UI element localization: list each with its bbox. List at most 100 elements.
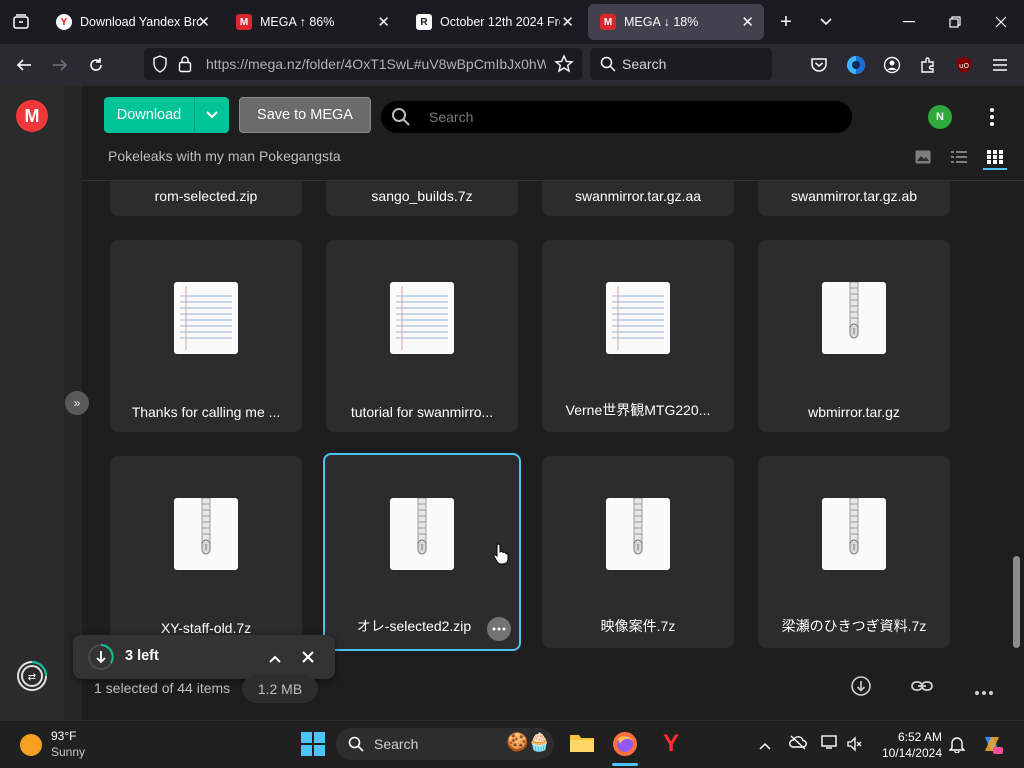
file-explorer-icon[interactable]	[569, 732, 595, 759]
file-name: 映像案件.7z	[600, 618, 676, 634]
reload-icon[interactable]	[83, 52, 109, 78]
list-view-icon[interactable]	[951, 150, 967, 169]
file-card[interactable]: 映像案件.7z	[542, 456, 734, 648]
yandex-browser-icon[interactable]: Y	[658, 730, 684, 757]
minimize-button[interactable]	[886, 8, 932, 36]
menu-icon[interactable]	[987, 52, 1013, 78]
bookmark-star-icon[interactable]	[554, 54, 574, 79]
file-card[interactable]: wbmirror.tar.gz	[758, 240, 950, 432]
ublock-origin-icon[interactable]: uO	[951, 52, 977, 78]
file-card[interactable]: swanmirror.tar.gz.ab	[758, 181, 950, 216]
network-icon[interactable]	[821, 734, 839, 755]
tab-mega-upload[interactable]: M MEGA ↑ 86% ✕	[224, 4, 400, 40]
file-card[interactable]: XY-staff-old.7z	[110, 456, 302, 648]
chevron-up-icon[interactable]	[269, 650, 281, 668]
tab-mega-download[interactable]: M MEGA ↓ 18% ✕	[588, 4, 764, 40]
thumbnail-view-icon[interactable]	[915, 150, 931, 169]
file-name: sango_builds.7z	[371, 188, 473, 204]
r-icon: R	[416, 14, 432, 30]
account-icon[interactable]	[879, 52, 905, 78]
copilot-icon[interactable]	[981, 733, 1003, 760]
back-arrow-icon[interactable]	[11, 52, 37, 78]
windows-start-icon[interactable]	[301, 732, 325, 761]
cupcake-icon: 🧁	[528, 732, 551, 752]
mega-search-input[interactable]: Search	[381, 101, 852, 133]
file-card[interactable]: Verne世界観MTG220...	[542, 240, 734, 432]
close-icon[interactable]: ✕	[197, 13, 210, 31]
sync-status-icon[interactable]: ⇄	[16, 660, 48, 692]
pocket-icon[interactable]	[806, 52, 832, 78]
save-to-mega-button[interactable]: Save to MEGA	[239, 97, 371, 133]
forward-arrow-icon[interactable]	[47, 52, 73, 78]
close-icon[interactable]	[302, 650, 314, 668]
restore-button[interactable]	[932, 8, 978, 36]
clock-date[interactable]: 10/14/2024	[876, 746, 942, 760]
file-card[interactable]: tutorial for swanmirro...	[326, 240, 518, 432]
volume-muted-icon[interactable]	[847, 736, 863, 757]
firefox-icon[interactable]	[612, 731, 638, 762]
tab-overview-icon[interactable]	[8, 9, 34, 35]
taskbar-search-label: Search	[374, 736, 419, 752]
close-icon[interactable]: ✕	[377, 13, 390, 31]
mega-logo[interactable]: M	[16, 100, 48, 132]
weather-desc[interactable]: Sunny	[51, 745, 85, 759]
svg-text:⇄: ⇄	[28, 672, 36, 683]
avatar[interactable]: N	[928, 105, 952, 129]
tab-title: MEGA ↓ 18%	[624, 15, 699, 29]
transfer-widget[interactable]: 3 left	[73, 635, 335, 679]
link-icon[interactable]	[911, 677, 933, 700]
tab-yandex[interactable]: Y Download Yandex Brow ✕	[44, 4, 220, 40]
extension-vpn-icon[interactable]	[843, 52, 869, 78]
download-icon[interactable]	[850, 675, 872, 702]
file-card[interactable]: swanmirror.tar.gz.aa	[542, 181, 734, 216]
sun-icon[interactable]	[20, 734, 42, 756]
file-card-selected[interactable]: オレ-selected2.zip	[323, 453, 521, 651]
weather-temp[interactable]: 93°F	[51, 729, 76, 743]
shield-icon[interactable]	[152, 55, 168, 78]
taskbar-search[interactable]: Search 🍪 🧁	[336, 728, 554, 760]
tab-list-button[interactable]	[804, 8, 848, 36]
more-horizontal-icon[interactable]	[974, 683, 994, 701]
file-card[interactable]: sango_builds.7z	[326, 181, 518, 216]
file-card[interactable]: rom-selected.zip	[110, 181, 302, 216]
archive-file-icon	[606, 497, 670, 570]
cookie-icon: 🍪	[506, 732, 529, 752]
cloud-offline-icon[interactable]	[789, 734, 807, 755]
download-button[interactable]: Download	[104, 97, 194, 133]
transfer-count: 3 left	[125, 648, 159, 664]
file-name: tutorial for swanmirro...	[350, 404, 494, 420]
tab-title: Download Yandex Brow	[80, 15, 200, 29]
tab-title: MEGA ↑ 86%	[260, 15, 335, 29]
mega-sidebar	[0, 86, 64, 720]
new-tab-button[interactable]: +	[764, 8, 808, 36]
browser-search-bar[interactable]: Search	[590, 48, 772, 80]
more-options-icon[interactable]	[487, 617, 511, 641]
mega-icon: M	[236, 14, 252, 30]
more-vertical-icon[interactable]	[984, 107, 1000, 127]
chevron-down-icon[interactable]	[195, 97, 229, 133]
tab-october[interactable]: R October 12th 2024 Fre: ✕	[404, 4, 584, 40]
close-icon[interactable]: ✕	[741, 13, 754, 31]
url-bar[interactable]: https://mega.nz/folder/4OxT1SwL#uV8wBpCm…	[144, 48, 582, 80]
download-button-group: Download	[104, 97, 229, 133]
clock-time[interactable]: 6:52 AM	[876, 730, 942, 744]
file-name: Verne世界観MTG220...	[565, 402, 711, 418]
close-icon[interactable]: ✕	[561, 13, 574, 31]
file-card[interactable]: 梁瀬のひきつぎ資料.7z	[758, 456, 950, 648]
folder-breadcrumb[interactable]: Pokeleaks with my man Pokegangsta	[108, 148, 341, 164]
chevron-up-icon[interactable]	[759, 737, 771, 755]
search-icon	[600, 56, 616, 77]
notification-bell-icon[interactable]	[948, 735, 966, 758]
grid-view-icon[interactable]	[987, 150, 1003, 169]
extensions-icon[interactable]	[915, 52, 941, 78]
url-text: https://mega.nz/folder/4OxT1SwL#uV8wBpCm…	[206, 56, 546, 72]
hand-cursor-icon	[493, 543, 509, 570]
scrollbar-thumb[interactable]	[1013, 556, 1020, 648]
active-app-indicator	[612, 763, 638, 766]
file-card[interactable]: Thanks for calling me ...	[110, 240, 302, 432]
search-placeholder: Search	[622, 56, 667, 72]
search-placeholder: Search	[429, 109, 474, 125]
close-window-button[interactable]	[978, 8, 1024, 36]
lock-icon[interactable]	[178, 55, 192, 78]
download-progress-icon	[87, 643, 115, 671]
